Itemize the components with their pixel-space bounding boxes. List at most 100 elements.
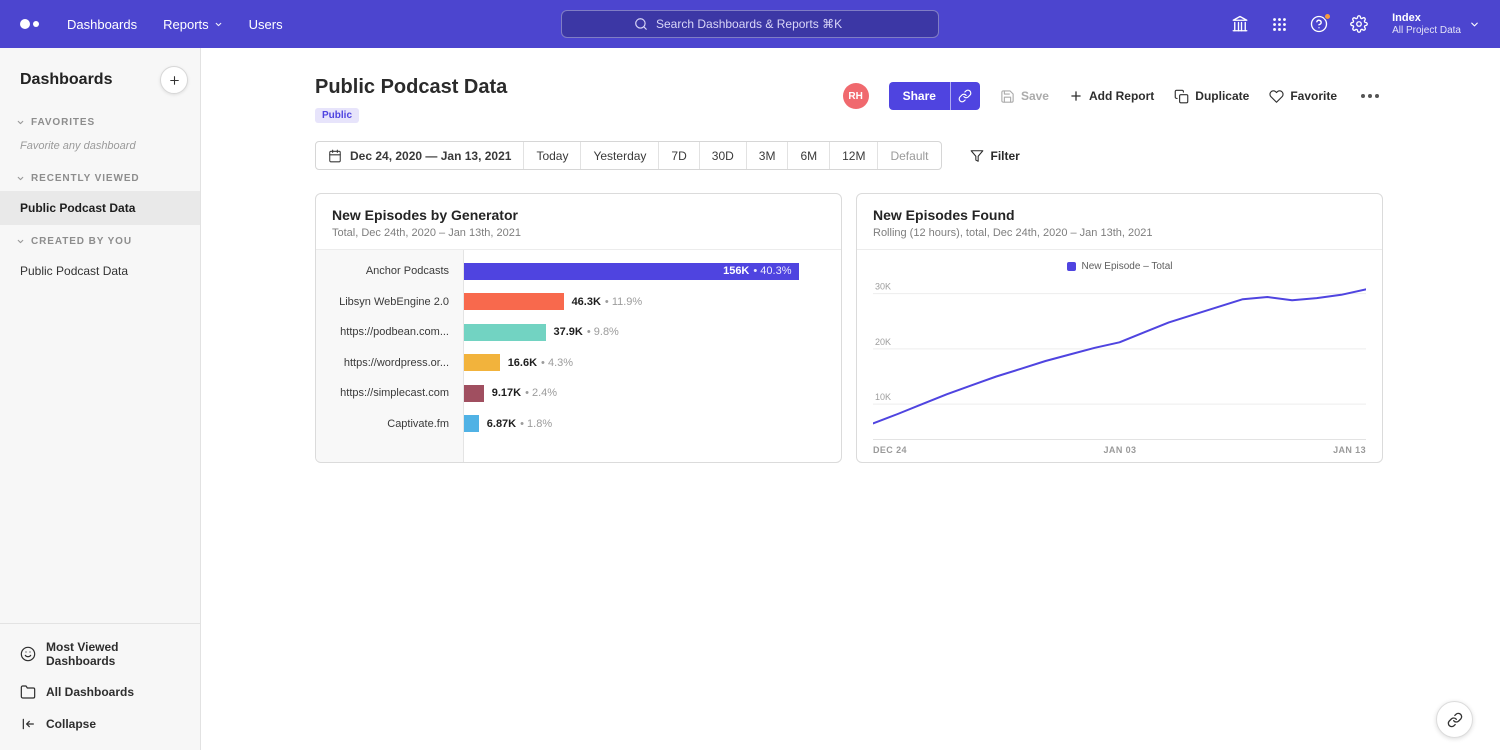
share-button[interactable]: Share xyxy=(889,82,950,110)
bar-segment[interactable]: 156K• 40.3% xyxy=(464,263,799,280)
bar-category-label: https://podbean.com... xyxy=(316,317,463,348)
bar-segment[interactable] xyxy=(464,415,479,432)
bar-segment[interactable] xyxy=(464,324,546,341)
search-bar[interactable] xyxy=(561,10,939,38)
nav-right: Index All Project Data xyxy=(1231,12,1480,37)
date-preset-30d[interactable]: 30D xyxy=(699,142,746,169)
avatar[interactable]: RH xyxy=(843,83,869,109)
date-preset-yesterday[interactable]: Yesterday xyxy=(580,142,658,169)
logo-dot-large xyxy=(20,19,30,29)
nav-item-users[interactable]: Users xyxy=(249,17,283,32)
sidebar-footer-item-all-dashboards[interactable]: All Dashboards xyxy=(0,676,200,708)
collapse-icon xyxy=(20,716,36,732)
link-icon xyxy=(1447,712,1463,728)
y-tick-label: 10K xyxy=(875,392,891,402)
date-preset-today[interactable]: Today xyxy=(523,142,580,169)
mixpanel-logo[interactable] xyxy=(20,19,39,29)
line-chart-svg: 10K20K30K xyxy=(873,276,1366,440)
date-range-picker[interactable]: Dec 24, 2020 — Jan 13, 2021 xyxy=(316,142,523,169)
bar-segment[interactable] xyxy=(464,354,500,371)
line-chart-title: New Episodes Found xyxy=(873,207,1366,223)
calendar-icon xyxy=(328,149,342,163)
add-dashboard-button[interactable] xyxy=(160,66,188,94)
favorite-button[interactable]: Favorite xyxy=(1269,89,1337,104)
filter-button[interactable]: Filter xyxy=(970,149,1020,163)
bar-chart-body: Anchor PodcastsLibsyn WebEngine 2.0https… xyxy=(316,250,841,462)
bar-value-label: 46.3K xyxy=(572,296,601,308)
main-content: Public Podcast Data Public RH Share Save xyxy=(201,48,1500,750)
date-preset-6m[interactable]: 6M xyxy=(787,142,829,169)
logo-dot-small xyxy=(33,21,39,27)
bar-segment[interactable] xyxy=(464,385,484,402)
project-switcher[interactable]: Index All Project Data xyxy=(1392,12,1480,37)
nav-item-reports[interactable]: Reports xyxy=(163,17,223,32)
line-chart-card[interactable]: New Episodes Found Rolling (12 hours), t… xyxy=(856,193,1383,463)
date-preset-7d[interactable]: 7D xyxy=(658,142,698,169)
notification-dot xyxy=(1324,13,1331,20)
help-icon[interactable] xyxy=(1310,15,1328,33)
floating-link-button[interactable] xyxy=(1436,701,1473,738)
nav-links: Dashboards Reports Users xyxy=(67,17,283,32)
search-input[interactable] xyxy=(656,17,866,31)
legend-label: New Episode – Total xyxy=(1082,261,1173,272)
date-preset-12m[interactable]: 12M xyxy=(829,142,877,169)
public-badge: Public xyxy=(315,108,359,123)
bar-chart-rows: 156K• 40.3% 46.3K • 11.9% 37.9K• 9.8% 16.6K •… xyxy=(464,250,841,462)
settings-gear-icon[interactable] xyxy=(1350,15,1368,33)
line-chart-legend: New Episode – Total xyxy=(873,256,1366,276)
sidebar-sections: FAVORITESFavorite any dashboardRECENTLY … xyxy=(0,106,200,288)
bar-value-label: 16.6K xyxy=(508,357,537,369)
legend-swatch xyxy=(1067,262,1076,271)
smiley-icon xyxy=(20,646,36,662)
more-options-button[interactable] xyxy=(1357,90,1383,102)
date-bar: Dec 24, 2020 — Jan 13, 2021 TodayYesterd… xyxy=(315,141,1383,170)
sidebar-section-header-recently-viewed[interactable]: RECENTLY VIEWED xyxy=(0,162,200,191)
apps-grid-icon[interactable] xyxy=(1271,16,1288,33)
sidebar-footer-item-collapse[interactable]: Collapse xyxy=(0,708,200,740)
bar-segment[interactable] xyxy=(464,293,564,310)
chevron-down-icon xyxy=(16,174,25,183)
line-chart-x-labels: DEC 24JAN 03JAN 13 xyxy=(873,440,1366,455)
line-chart-body: New Episode – Total 10K20K30K DEC 24JAN … xyxy=(857,250,1382,462)
save-button[interactable]: Save xyxy=(1000,89,1049,104)
x-tick-label: JAN 03 xyxy=(1104,445,1137,455)
bar-percent-label: • 11.9% xyxy=(605,296,642,308)
date-preset-3m[interactable]: 3M xyxy=(746,142,788,169)
duplicate-button[interactable]: Duplicate xyxy=(1174,89,1249,104)
sidebar-section-header-created-by-you[interactable]: CREATED BY YOU xyxy=(0,225,200,254)
app-window: DashboardsReportsUsers Ind xyxy=(0,0,1500,750)
duplicate-icon xyxy=(1174,89,1189,104)
bar-chart-title: New Episodes by Generator xyxy=(332,207,825,223)
project-name: Index xyxy=(1392,12,1461,25)
sidebar-item-public-podcast-data[interactable]: Public Podcast Data xyxy=(0,191,200,225)
sidebar-section-header-favorites[interactable]: FAVORITES xyxy=(0,106,200,135)
bar-category-label: https://wordpress.or... xyxy=(316,348,463,379)
bar-chart-labels: Anchor PodcastsLibsyn WebEngine 2.0https… xyxy=(316,250,464,462)
sidebar-item-public-podcast-data[interactable]: Public Podcast Data xyxy=(0,254,200,288)
link-icon xyxy=(958,89,972,103)
line-chart-subtitle: Rolling (12 hours), total, Dec 24th, 202… xyxy=(873,227,1366,239)
bar-percent-label: • 1.8% xyxy=(520,418,552,430)
add-report-label: Add Report xyxy=(1089,89,1154,103)
date-preset-default[interactable]: Default xyxy=(877,142,940,169)
filter-funnel-icon xyxy=(970,149,984,163)
date-presets: TodayYesterday7D30D3M6M12MDefault xyxy=(523,142,940,169)
bar-row: 156K• 40.3% xyxy=(464,256,821,287)
data-warehouse-icon[interactable] xyxy=(1231,15,1249,33)
share-link-button[interactable] xyxy=(950,82,980,110)
sidebar-footer-item-most-viewed-dashboards[interactable]: Most Viewed Dashboards xyxy=(0,632,200,676)
bar-row: 37.9K• 9.8% xyxy=(464,317,821,348)
bar-value-label: 6.87K xyxy=(487,418,516,430)
bar-row: 9.17K• 2.4% xyxy=(464,378,821,409)
sidebar-footer-label: Collapse xyxy=(46,717,96,731)
bar-chart-card[interactable]: New Episodes by Generator Total, Dec 24t… xyxy=(315,193,842,463)
add-report-button[interactable]: Add Report xyxy=(1069,89,1154,103)
folder-icon xyxy=(20,684,36,700)
y-tick-label: 20K xyxy=(875,337,891,347)
bar-percent-label: • 9.8% xyxy=(587,326,619,338)
nav-item-dashboards[interactable]: Dashboards xyxy=(67,17,137,32)
heart-icon xyxy=(1269,89,1284,104)
bar-value-label: 9.17K xyxy=(492,387,521,399)
bar-category-label: Captivate.fm xyxy=(316,409,463,440)
bar-category-label: Libsyn WebEngine 2.0 xyxy=(316,287,463,318)
